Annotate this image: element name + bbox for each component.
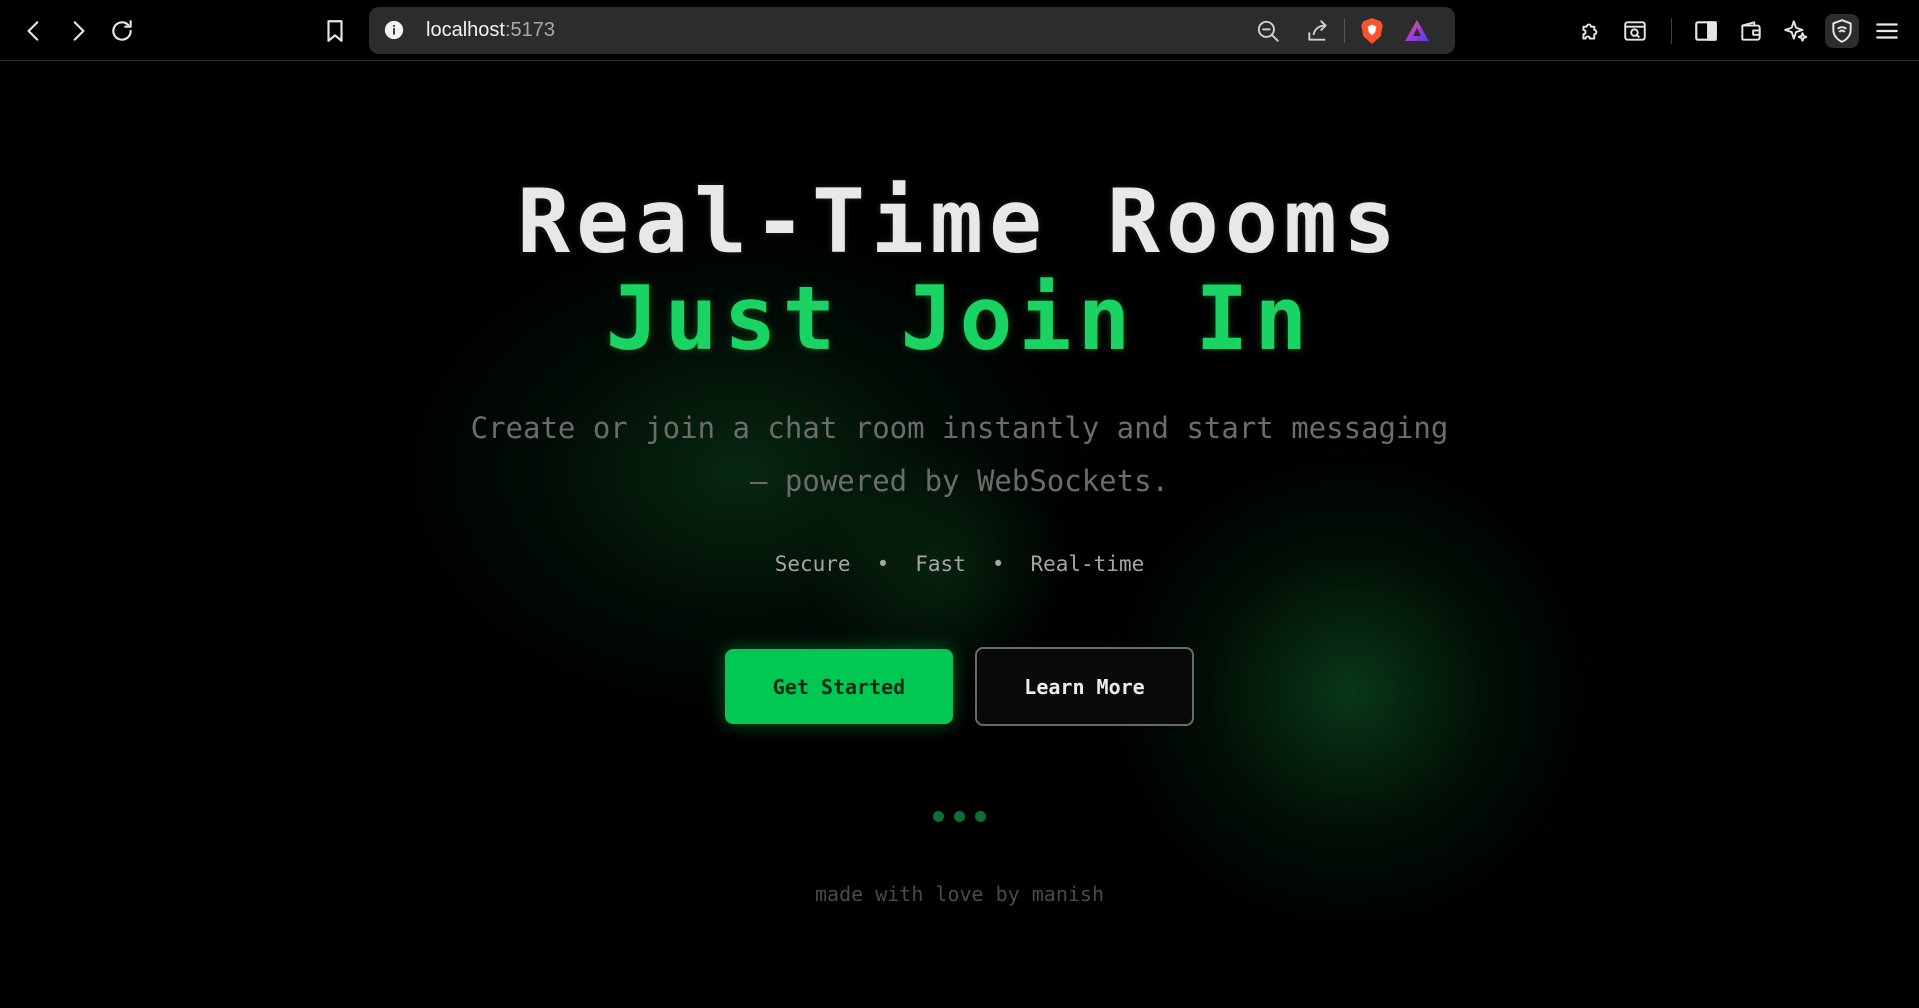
brave-shields-button[interactable] xyxy=(1358,17,1386,45)
brave-rewards-button[interactable] xyxy=(1403,17,1431,45)
wallet-button[interactable] xyxy=(1734,14,1768,48)
feature-separator: • xyxy=(876,552,890,576)
loading-dot xyxy=(975,811,986,822)
tab-search-button[interactable] xyxy=(1618,14,1652,48)
url-divider xyxy=(1344,19,1345,43)
wallet-icon xyxy=(1741,21,1761,41)
hero-subtitle: Create or join a chat room instantly and… xyxy=(470,411,1449,498)
address-bar[interactable]: localhost:5173 xyxy=(369,7,1455,54)
url-port: :5173 xyxy=(504,19,555,41)
tab-search-icon xyxy=(1624,21,1646,41)
toolbar-separator xyxy=(1671,18,1672,44)
vpn-button[interactable] xyxy=(1825,14,1859,48)
reload-button[interactable] xyxy=(105,14,139,48)
main-menu-button[interactable] xyxy=(1870,14,1904,48)
feature-separator: • xyxy=(991,552,1005,576)
zoom-button[interactable] xyxy=(1254,17,1282,45)
loading-dot xyxy=(954,811,965,822)
learn-more-button[interactable]: Learn More xyxy=(975,647,1194,726)
browser-toolbar: localhost:5173 xyxy=(0,0,1919,61)
chevron-right-icon xyxy=(73,21,85,41)
sidebar-button[interactable] xyxy=(1689,14,1723,48)
puzzle-icon xyxy=(1582,23,1598,40)
sidebar-icon xyxy=(1695,21,1717,41)
footer-credit: made with love by manish xyxy=(815,882,1104,906)
loading-indicator xyxy=(930,809,990,823)
feature-fast: Fast xyxy=(915,552,966,576)
extensions-button[interactable] xyxy=(1574,14,1608,48)
brave-shield-icon xyxy=(1361,18,1383,44)
hero-title: Real-Time Rooms xyxy=(517,170,1402,273)
forward-button[interactable] xyxy=(61,14,95,48)
bookmark-button[interactable] xyxy=(318,14,352,48)
share-icon xyxy=(1308,20,1327,41)
zoom-out-icon xyxy=(1257,20,1279,42)
page-viewport: Real-Time Rooms Just Join In Create or j… xyxy=(0,62,1919,1008)
get-started-button[interactable]: Get Started xyxy=(725,649,953,724)
hero-title-accent: Just Join In xyxy=(605,267,1314,370)
loading-dot xyxy=(933,811,944,822)
feature-secure: Secure xyxy=(774,552,851,576)
back-button[interactable] xyxy=(17,14,51,48)
feature-realtime: Real-time xyxy=(1030,552,1145,576)
url-text[interactable]: localhost:5173 xyxy=(426,19,555,42)
feature-list: Secure • Fast • Real-time xyxy=(0,552,1919,576)
info-icon[interactable] xyxy=(383,19,405,41)
share-button[interactable] xyxy=(1304,17,1332,45)
brave-rewards-icon xyxy=(1405,20,1429,41)
url-host: localhost xyxy=(426,19,505,41)
sparkle-icon xyxy=(1784,20,1808,42)
chevron-left-icon xyxy=(27,21,39,41)
reload-icon xyxy=(112,20,132,41)
hamburger-menu-icon xyxy=(1876,23,1898,39)
bookmark-icon xyxy=(327,20,343,42)
vpn-shield-icon xyxy=(1832,19,1852,43)
leo-ai-button[interactable] xyxy=(1779,14,1813,48)
